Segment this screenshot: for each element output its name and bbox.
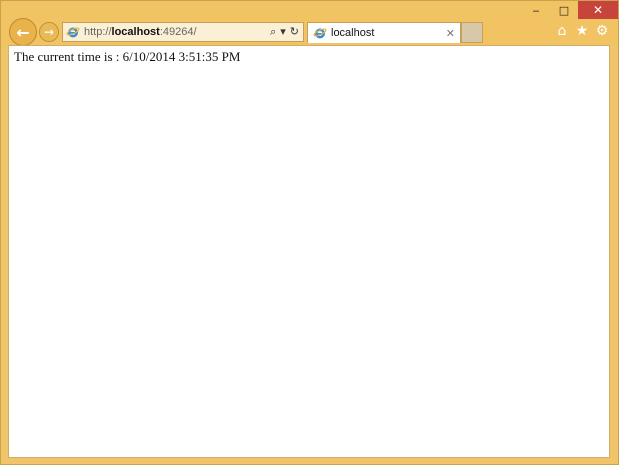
address-tools: ⌕ ▾ ↻: [270, 26, 303, 38]
close-button[interactable]: ✕: [578, 1, 618, 19]
title-bar: ‒ □ ✕ ← → http://localhost:49264/ ⌕ ▾ ↻ …: [1, 1, 618, 46]
refresh-icon[interactable]: ↻: [290, 26, 299, 38]
back-button[interactable]: ←: [9, 18, 37, 46]
forward-button[interactable]: →: [39, 22, 59, 42]
search-icon[interactable]: ⌕: [270, 26, 276, 38]
toolbar-right: ⌂ ★ ⚙: [554, 23, 610, 39]
dropdown-icon[interactable]: ▾: [280, 26, 286, 38]
window-controls: ‒ □ ✕: [522, 1, 618, 19]
settings-gear-icon[interactable]: ⚙: [594, 23, 610, 39]
url-prefix: http://: [84, 26, 112, 38]
favorites-star-icon[interactable]: ★: [574, 23, 590, 39]
tab-close-icon[interactable]: ✕: [446, 27, 455, 40]
url-text[interactable]: http://localhost:49264/: [84, 26, 197, 38]
ie-page-icon: [66, 25, 80, 39]
address-bar[interactable]: http://localhost:49264/ ⌕ ▾ ↻: [62, 22, 304, 42]
maximize-button[interactable]: □: [550, 1, 578, 19]
home-icon[interactable]: ⌂: [554, 23, 570, 39]
url-rest: :49264/: [159, 26, 197, 38]
tab-localhost[interactable]: localhost ✕: [307, 22, 461, 43]
current-time-message: The current time is : 6/10/2014 3:51:35 …: [14, 49, 241, 64]
forward-arrow-icon: →: [43, 25, 55, 39]
new-tab-button[interactable]: [461, 22, 483, 43]
page-content: The current time is : 6/10/2014 3:51:35 …: [8, 45, 610, 458]
back-arrow-icon: ←: [16, 22, 30, 42]
tab-title: localhost: [331, 27, 375, 39]
ie-tab-icon: [313, 26, 327, 40]
minimize-button[interactable]: ‒: [522, 1, 550, 19]
browser-window: ‒ □ ✕ ← → http://localhost:49264/ ⌕ ▾ ↻ …: [0, 0, 619, 465]
url-host: localhost: [111, 26, 160, 38]
